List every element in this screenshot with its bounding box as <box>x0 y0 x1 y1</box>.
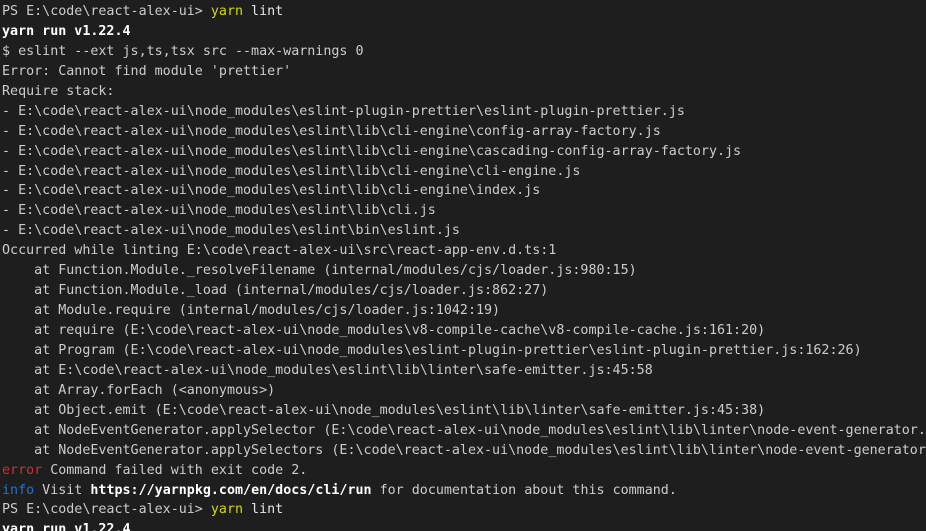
terminal-text-segment: Command failed with exit code 2. <box>42 462 308 478</box>
terminal-line: PS E:\code\react-alex-ui> yarn lint <box>2 2 926 22</box>
terminal-text-segment: at Function.Module._resolveFilename (int… <box>2 263 637 279</box>
terminal-line: yarn run v1.22.4 <box>2 520 926 531</box>
terminal-line: - E:\code\react-alex-ui\node_modules\esl… <box>2 162 926 182</box>
terminal-line: at NodeEventGenerator.applySelector (E:\… <box>2 421 926 441</box>
terminal-text-segment: lint <box>243 4 284 19</box>
terminal-line: - E:\code\react-alex-ui\node_modules\esl… <box>2 122 926 142</box>
terminal-text-segment: - E:\code\react-alex-ui\node_modules\esl… <box>2 183 541 199</box>
terminal-line: Require stack: <box>2 82 926 102</box>
terminal-line: - E:\code\react-alex-ui\node_modules\esl… <box>2 201 926 221</box>
terminal-text-segment: lint <box>243 502 284 518</box>
terminal-line: yarn run v1.22.4 <box>2 22 926 42</box>
terminal-line: at Module.require (internal/modules/cjs/… <box>2 301 926 321</box>
terminal-line: info Visit https://yarnpkg.com/en/docs/c… <box>2 481 926 501</box>
terminal-text-segment: at Array.forEach (<anonymous>) <box>2 382 276 398</box>
terminal-text-segment: - E:\code\react-alex-ui\node_modules\esl… <box>2 203 436 219</box>
terminal-text-segment: for documentation about this command. <box>371 482 677 498</box>
terminal-line: - E:\code\react-alex-ui\node_modules\esl… <box>2 102 926 122</box>
terminal-text-segment: PS E:\code\react-alex-ui> <box>2 502 211 518</box>
terminal-text-segment: - E:\code\react-alex-ui\node_modules\esl… <box>2 103 685 119</box>
terminal-text-segment: - E:\code\react-alex-ui\node_modules\esl… <box>2 223 460 239</box>
terminal-text-segment: Require stack: <box>2 83 115 99</box>
terminal-text-segment: at Program (E:\code\react-alex-ui\node_m… <box>2 342 862 358</box>
terminal-text-segment: https://yarnpkg.com/en/docs/cli/run <box>90 482 372 498</box>
terminal-line: $ eslint --ext js,ts,tsx src --max-warni… <box>2 42 926 62</box>
terminal-text-segment: yarn <box>210 502 244 518</box>
terminal-line: - E:\code\react-alex-ui\node_modules\esl… <box>2 142 926 162</box>
terminal-text-segment: - E:\code\react-alex-ui\node_modules\esl… <box>2 123 661 139</box>
terminal-text-segment: info <box>2 482 35 498</box>
terminal-text-segment: error <box>2 462 43 478</box>
terminal-line: error Command failed with exit code 2. <box>2 461 926 481</box>
terminal-line: Error: Cannot find module 'prettier' <box>2 62 926 82</box>
terminal-text-segment: $ eslint --ext js,ts,tsx src --max-warni… <box>2 43 364 59</box>
terminal-text-segment: Visit <box>34 482 91 498</box>
terminal-text-segment: yarn <box>210 4 244 19</box>
terminal-text-segment: at NodeEventGenerator.applySelectors (E:… <box>2 442 926 458</box>
terminal-text-segment: Error: Cannot find module 'prettier' <box>2 63 292 79</box>
terminal-text-segment: at NodeEventGenerator.applySelector (E:\… <box>2 422 926 438</box>
terminal-line: - E:\code\react-alex-ui\node_modules\esl… <box>2 181 926 201</box>
terminal-line: at require (E:\code\react-alex-ui\node_m… <box>2 321 926 341</box>
terminal-text-segment: at E:\code\react-alex-ui\node_modules\es… <box>2 362 653 378</box>
terminal-line: Occurred while linting E:\code\react-ale… <box>2 241 926 261</box>
terminal-text-segment: PS E:\code\react-alex-ui> <box>2 4 211 19</box>
terminal-text-segment: Occurred while linting E:\code\react-ale… <box>2 243 557 259</box>
terminal-text-segment: yarn run v1.22.4 <box>2 23 131 39</box>
terminal-output-pane[interactable]: PS E:\code\react-alex-ui> yarn lint yarn … <box>0 0 926 531</box>
terminal-text-segment: - E:\code\react-alex-ui\node_modules\esl… <box>2 163 581 179</box>
terminal-line: at Program (E:\code\react-alex-ui\node_m… <box>2 341 926 361</box>
terminal-text-segment: at Module.require (internal/modules/cjs/… <box>2 303 501 319</box>
terminal-text-segment: at Function.Module._load (internal/modul… <box>2 283 549 299</box>
terminal-line: PS E:\code\react-alex-ui> yarn lint <box>2 500 926 520</box>
terminal-text-segment: - E:\code\react-alex-ui\node_modules\esl… <box>2 143 742 159</box>
terminal-line: - E:\code\react-alex-ui\node_modules\esl… <box>2 221 926 241</box>
terminal-text-segment: yarn run v1.22.4 <box>2 522 131 531</box>
terminal-line: at NodeEventGenerator.applySelectors (E:… <box>2 441 926 461</box>
terminal-text-segment: at require (E:\code\react-alex-ui\node_m… <box>2 323 766 338</box>
terminal-text-segment: at Object.emit (E:\code\react-alex-ui\no… <box>2 402 766 418</box>
terminal-line: at Function.Module._load (internal/modul… <box>2 281 926 301</box>
terminal-line: at Array.forEach (<anonymous>) <box>2 381 926 401</box>
terminal-line: at Object.emit (E:\code\react-alex-ui\no… <box>2 401 926 421</box>
terminal-line: at E:\code\react-alex-ui\node_modules\es… <box>2 361 926 381</box>
terminal-line: at Function.Module._resolveFilename (int… <box>2 261 926 281</box>
